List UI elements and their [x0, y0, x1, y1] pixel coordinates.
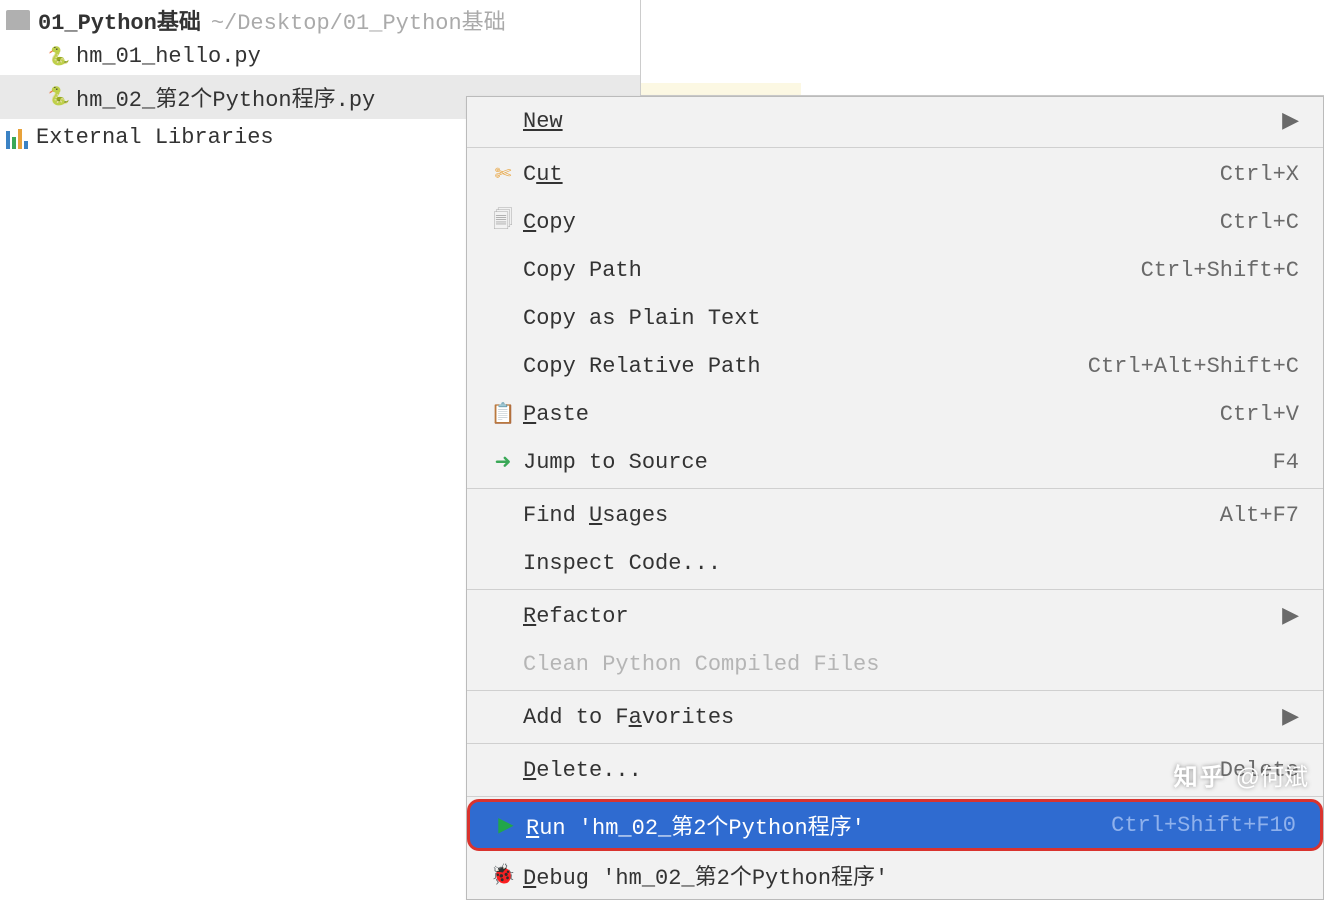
- project-path: ~/Desktop/01_Python基础: [211, 4, 506, 36]
- menu-refactor[interactable]: Refactor ▶: [467, 592, 1323, 640]
- chevron-right-icon: ▶: [1282, 704, 1299, 730]
- jump-icon: ➜: [483, 449, 523, 475]
- menu-separator: [467, 147, 1323, 148]
- chevron-right-icon: ▶: [1282, 108, 1299, 134]
- menu-copy-relative[interactable]: Copy Relative Path Ctrl+Alt+Shift+C: [467, 342, 1323, 390]
- python-file-icon: 🐍: [48, 46, 70, 68]
- chevron-right-icon: ▶: [1282, 603, 1299, 629]
- python-file-icon: 🐍: [48, 86, 70, 108]
- copy-icon: 🗐: [483, 205, 523, 239]
- menu-find-usages[interactable]: Find Usages Alt+F7: [467, 491, 1323, 539]
- menu-separator: [467, 589, 1323, 590]
- menu-add-favorites[interactable]: Add to Favorites ▶: [467, 693, 1323, 741]
- zhihu-logo: 知乎: [1174, 757, 1226, 792]
- menu-copy-plain[interactable]: Copy as Plain Text: [467, 294, 1323, 342]
- menu-debug[interactable]: 🐞 Debug 'hm_02_第2个Python程序': [467, 851, 1323, 899]
- tree-file-hm01[interactable]: 🐍 hm_01_hello.py: [0, 38, 640, 75]
- shortcut: Ctrl+X: [1220, 162, 1299, 187]
- menu-separator: [467, 488, 1323, 489]
- paste-icon: 📋: [483, 401, 523, 427]
- menu-separator: [467, 690, 1323, 691]
- scissors-icon: ✄: [483, 161, 523, 187]
- menu-clean-compiled: Clean Python Compiled Files: [467, 640, 1323, 688]
- menu-cut[interactable]: ✄ Cut Ctrl+X: [467, 150, 1323, 198]
- menu-new[interactable]: New ▶: [467, 97, 1323, 145]
- run-icon: ▶: [486, 812, 526, 838]
- library-icon: [6, 127, 30, 149]
- shortcut: Alt+F7: [1220, 503, 1299, 528]
- watermark-author: @何斌: [1236, 757, 1308, 792]
- menu-copy-path[interactable]: Copy Path Ctrl+Shift+C: [467, 246, 1323, 294]
- shortcut: Ctrl+Alt+Shift+C: [1088, 354, 1299, 379]
- project-name: 01_Python基础: [38, 4, 201, 36]
- file-label: hm_02_第2个Python程序.py: [76, 81, 375, 113]
- file-label: hm_01_hello.py: [76, 44, 261, 69]
- menu-inspect-code[interactable]: Inspect Code...: [467, 539, 1323, 587]
- menu-separator: [467, 796, 1323, 797]
- editor-area: [640, 0, 1324, 96]
- debug-icon: 🐞: [483, 862, 523, 888]
- menu-separator: [467, 743, 1323, 744]
- shortcut: Ctrl+V: [1220, 402, 1299, 427]
- shortcut: F4: [1273, 450, 1299, 475]
- external-libraries-label: External Libraries: [36, 125, 274, 150]
- folder-icon: [6, 10, 30, 30]
- project-root[interactable]: 01_Python基础 ~/Desktop/01_Python基础: [0, 0, 640, 38]
- shortcut: Ctrl+C: [1220, 210, 1299, 235]
- menu-jump-to-source[interactable]: ➜ Jump to Source F4: [467, 438, 1323, 486]
- shortcut: Ctrl+Shift+C: [1141, 258, 1299, 283]
- menu-paste[interactable]: 📋 Paste Ctrl+V: [467, 390, 1323, 438]
- menu-run[interactable]: ▶ Run 'hm_02_第2个Python程序' Ctrl+Shift+F10: [467, 799, 1323, 851]
- menu-copy[interactable]: 🗐 Copy Ctrl+C: [467, 198, 1323, 246]
- shortcut: Ctrl+Shift+F10: [1111, 813, 1296, 838]
- watermark: 知乎 @何斌: [1174, 757, 1308, 792]
